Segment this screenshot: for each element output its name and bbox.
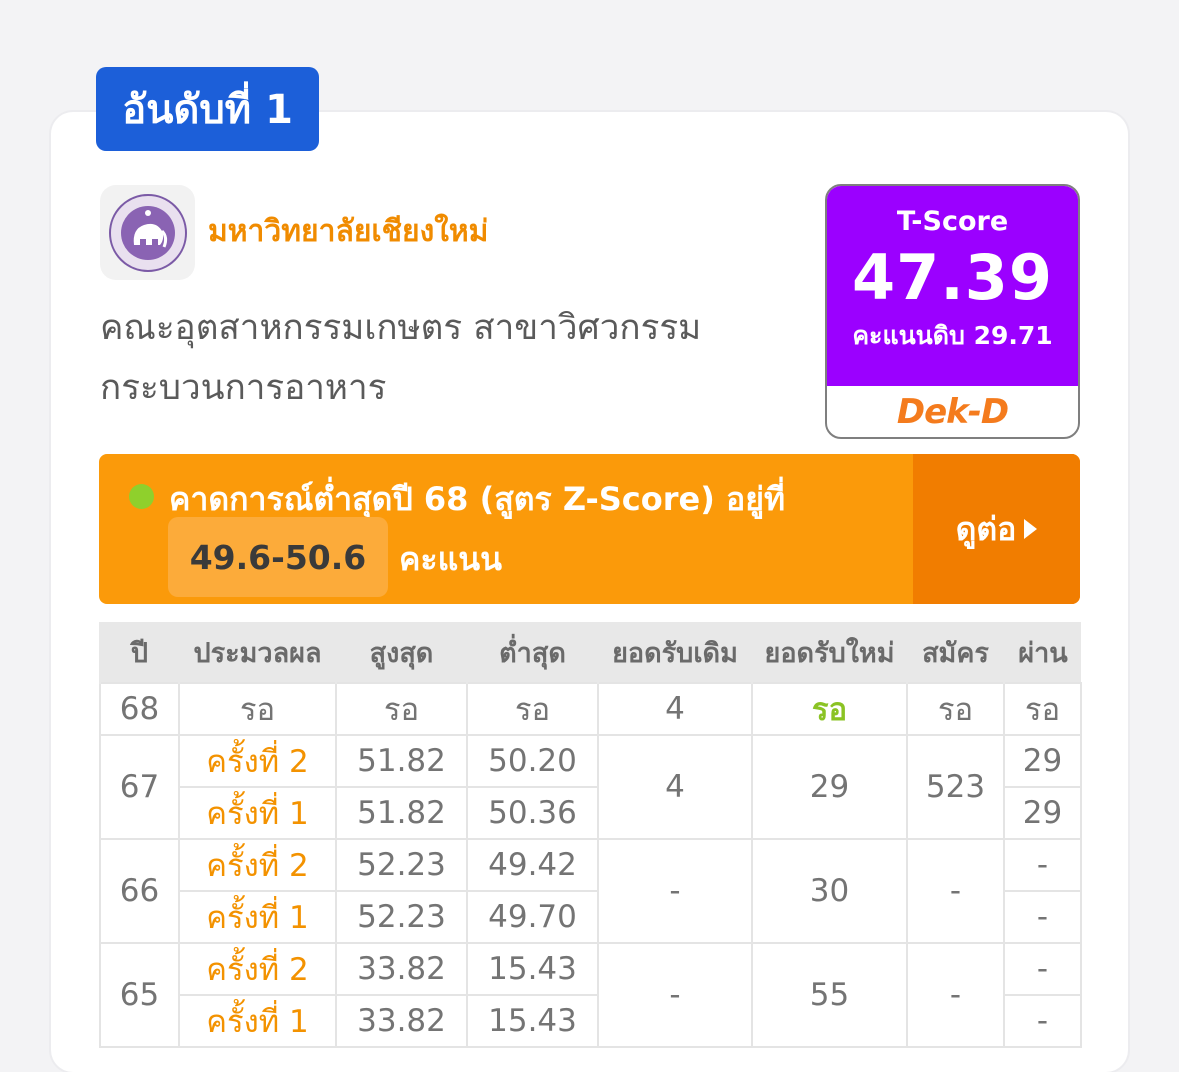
passed-cell: 29 <box>1003 734 1082 788</box>
university-name[interactable]: มหาวิทยาลัยเชียงใหม่ <box>208 208 488 255</box>
applicants-cell: - <box>906 838 1005 944</box>
rank-badge: อันดับที่ 1 <box>96 67 319 151</box>
max-cell: รอ <box>335 682 468 736</box>
table-row: 65 ครั้งที่ 2 33.82 15.43 - 55 - - <box>99 942 1082 1048</box>
passed-cell: - <box>1003 890 1082 944</box>
score-history-table: ปี ประมวลผล สูงสุด ต่ำสุด ยอดรับเดิม ยอด… <box>99 622 1082 1048</box>
process-round-link[interactable]: ครั้งที่ 2 <box>178 734 337 788</box>
original-quota-cell: 4 <box>597 734 753 840</box>
passed-cell: รอ <box>1003 682 1082 736</box>
process-round-link[interactable]: ครั้งที่ 1 <box>178 786 337 840</box>
min-cell: 50.36 <box>466 786 599 840</box>
header-year: ปี <box>99 622 179 683</box>
university-logo <box>100 185 195 280</box>
year-cell: 67 <box>99 734 180 840</box>
min-cell: รอ <box>466 682 599 736</box>
tscore-value: 47.39 <box>851 241 1054 314</box>
max-cell: 52.23 <box>335 890 468 944</box>
min-cell: 15.43 <box>466 942 599 996</box>
raw-score: คะแนนดิบ 29.71 <box>852 321 1053 350</box>
year-cell: 66 <box>99 838 180 944</box>
process-round-link[interactable]: ครั้งที่ 2 <box>178 838 337 892</box>
passed-cell: 29 <box>1003 786 1082 840</box>
min-cell: 50.20 <box>466 734 599 788</box>
applicants-cell: - <box>906 942 1005 1048</box>
header-passed: ผ่าน <box>1003 622 1081 683</box>
year-cell: 65 <box>99 942 180 1048</box>
prediction-unit: คะแนน <box>399 540 502 578</box>
table-header-row: ปี ประมวลผล สูงสุด ต่ำสุด ยอดรับเดิม ยอด… <box>99 622 1081 683</box>
header-max: สูงสุด <box>335 622 467 683</box>
new-quota-cell: 55 <box>751 942 908 1048</box>
max-cell: 33.82 <box>335 994 468 1048</box>
passed-cell: - <box>1003 942 1082 996</box>
process-round-link[interactable]: ครั้งที่ 1 <box>178 994 337 1048</box>
play-arrow-icon <box>1024 519 1038 539</box>
min-cell: 15.43 <box>466 994 599 1048</box>
process-round-link[interactable]: ครั้งที่ 1 <box>178 890 337 944</box>
elephant-seal-icon <box>108 193 187 272</box>
dekd-logo: Dek-D <box>896 391 1009 432</box>
new-quota-cell: 29 <box>751 734 908 840</box>
applicants-cell: รอ <box>906 682 1005 736</box>
header-min: ต่ำสุด <box>466 622 598 683</box>
header-applicants: สมัคร <box>906 622 1004 683</box>
tscore-label: T-Score <box>896 206 1009 237</box>
original-quota-cell: - <box>597 942 753 1048</box>
table-row: 67 ครั้งที่ 2 51.82 50.20 4 29 523 29 <box>99 734 1082 840</box>
header-original-quota: ยอดรับเดิม <box>597 622 752 683</box>
max-cell: 52.23 <box>335 838 468 892</box>
passed-cell: - <box>1003 838 1082 892</box>
header-new-quota: ยอดรับใหม่ <box>751 622 907 683</box>
max-cell: 51.82 <box>335 734 468 788</box>
passed-cell: - <box>1003 994 1082 1048</box>
faculty-program-name: คณะอุตสาหกรรมเกษตร สาขาวิศวกรรมกระบวนการ… <box>100 308 702 408</box>
prediction-range: 49.6-50.6 <box>168 517 388 597</box>
tscore-box: T-Score 47.39 คะแนนดิบ 29.71 Dek-D <box>825 184 1080 439</box>
new-quota-cell: รอ <box>751 682 908 736</box>
max-cell: 51.82 <box>335 786 468 840</box>
process-round-link[interactable]: ครั้งที่ 2 <box>178 942 337 996</box>
original-quota-cell: - <box>597 838 753 944</box>
see-more-label: ดูต่อ <box>955 509 1017 548</box>
max-cell: 33.82 <box>335 942 468 996</box>
header-process: ประมวลผล <box>178 622 336 683</box>
table-row: 66 ครั้งที่ 2 52.23 49.42 - 30 - - <box>99 838 1082 944</box>
status-dot-icon <box>129 484 154 509</box>
process-cell: รอ <box>178 682 337 736</box>
min-cell: 49.70 <box>466 890 599 944</box>
see-more-button[interactable]: ดูต่อ <box>913 454 1080 604</box>
new-quota-cell: 30 <box>751 838 908 944</box>
prediction-banner: คาดการณ์ต่ำสุดปี 68 (สูตร Z-Score) อยู่ท… <box>99 454 1080 604</box>
applicants-cell: 523 <box>906 734 1005 840</box>
original-quota-cell: 4 <box>597 682 753 736</box>
year-cell: 68 <box>99 682 180 736</box>
min-cell: 49.42 <box>466 838 599 892</box>
table-row: 68 รอ รอ รอ 4 รอ รอ รอ <box>99 682 1082 736</box>
